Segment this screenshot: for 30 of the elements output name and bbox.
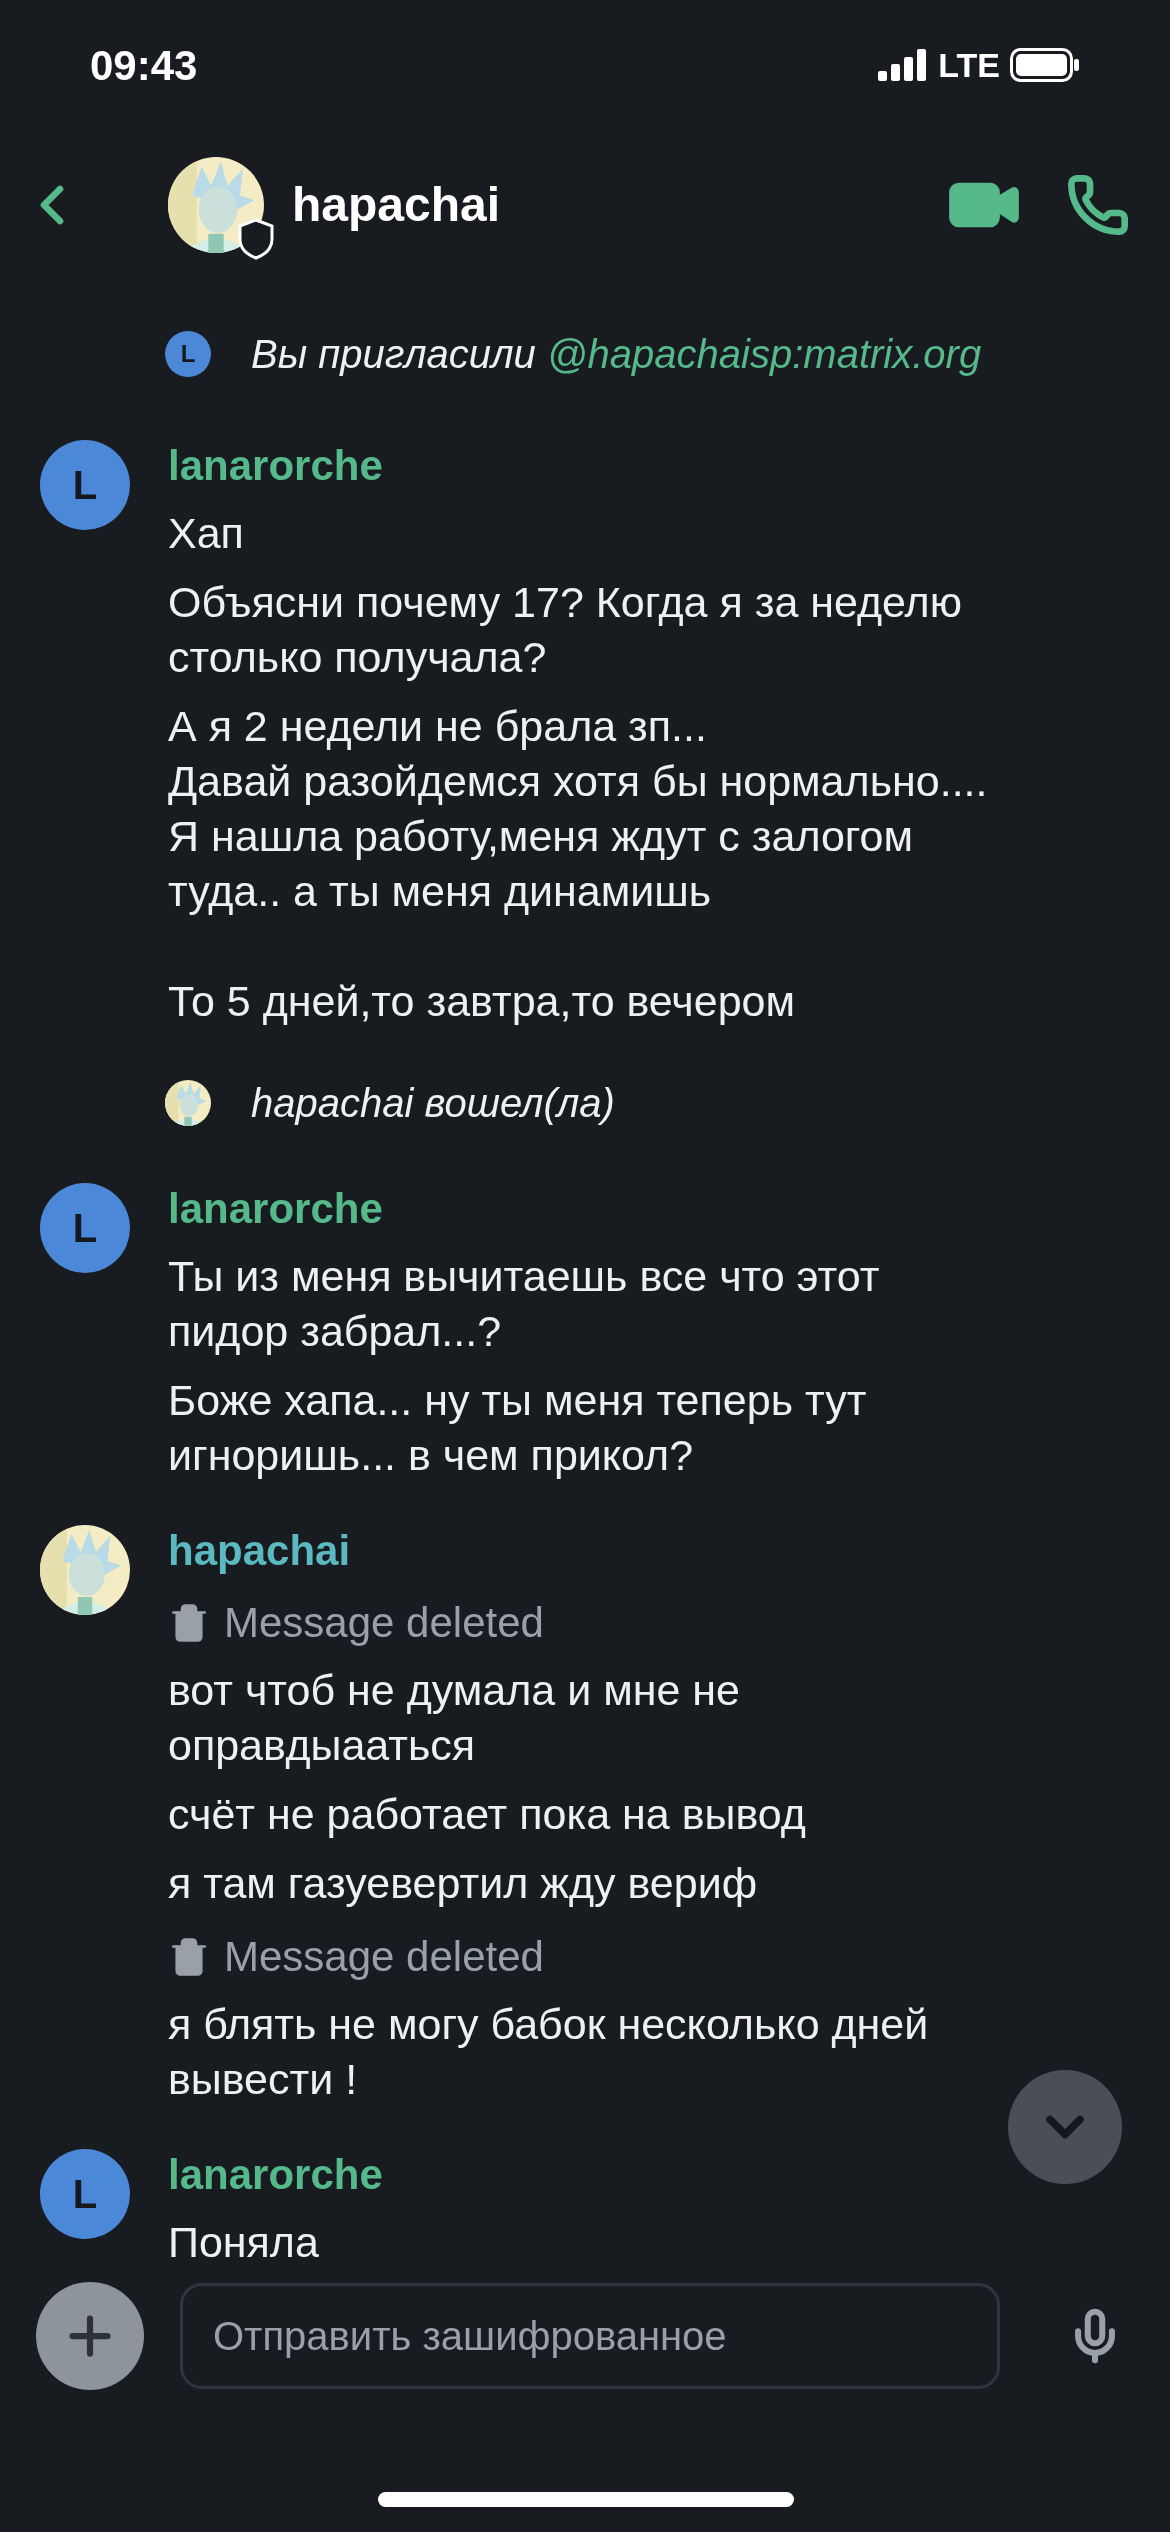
network-type: LTE [938,44,1000,86]
deleted-notice: Message deleted [224,1932,544,1982]
message-text: А я 2 недели не брала зп... Давай разойдемся хотя бы нормально.... Я нашла работу,меня ждут с залогом туда.. а ты меня динамишь То 5 дней,то завтра,то вечером [168,701,989,1027]
sender-name: lanarorche [168,2150,384,2200]
presence-event: hapachai вошел(ла) [251,1080,615,1127]
message-text: я блять не могу бабок несколько дней вывести ! [168,1999,930,2105]
avatar: L [165,331,211,377]
message-text: я там газуевертил жду вериф [168,1858,759,1909]
avatar: L [40,1183,130,1273]
avatar: L [40,440,130,530]
status-time: 09:43 [90,40,198,91]
membership-event: Вы пригласили @hapachaisp:matrix.org [251,331,982,378]
deleted-notice: Message deleted [224,1598,544,1648]
battery-icon [1010,48,1080,82]
voice-call-button[interactable] [1066,173,1130,237]
sender-name: hapachai [168,1526,352,1576]
avatar: L [40,2149,130,2239]
message-text: вот чтоб не думала и мне не оправдыааться [168,1665,742,1771]
sender-name: lanarorche [168,1184,384,1234]
user-link[interactable]: @hapachaisp:matrix.org [547,332,982,376]
message-text: счёт не работает пока на вывод [168,1789,807,1840]
chat-title[interactable]: hapachai [292,169,946,241]
message-input[interactable]: Отправить зашифрованное [180,2283,1000,2389]
message-text: Ты из меня вычитаешь все что этот пидор забрал...? [168,1251,881,1357]
signal-icon [878,49,929,81]
message-text: Боже хапа... ну ты меня теперь тут игноришь... в чем прикол? [168,1375,868,1481]
message-text: Поняла [168,2217,320,2268]
sender-name: lanarorche [168,441,384,491]
message-text: Хап [168,508,245,559]
message-text: Объясни почему 17? Когда я за неделю столько получала? [168,577,963,683]
